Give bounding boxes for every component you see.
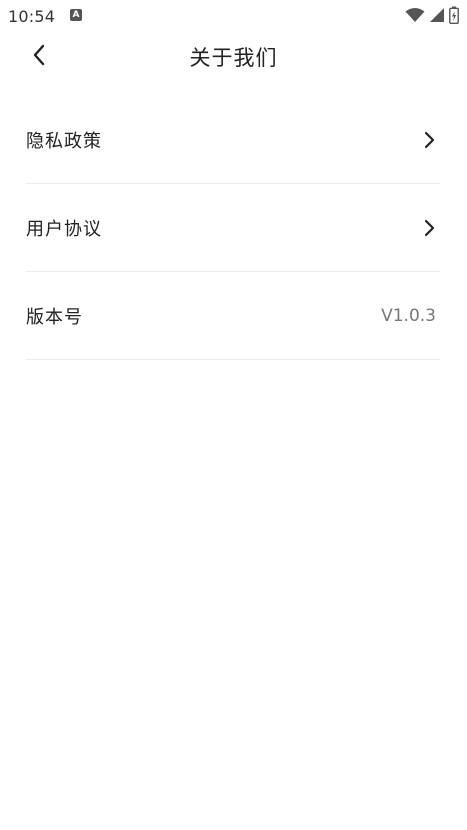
status-indicators — [405, 6, 459, 24]
status-bar: 10:54 A — [0, 0, 467, 32]
chevron-right-icon — [422, 219, 436, 237]
header-bar: 关于我们 — [0, 34, 467, 78]
list-item-user-agreement[interactable]: 用户协议 — [26, 184, 440, 272]
status-time: 10:54 — [8, 7, 56, 26]
list-item-label: 隐私政策 — [26, 130, 102, 152]
chevron-right-icon — [422, 131, 436, 149]
list-item-label: 版本号 — [26, 306, 83, 328]
list-item-privacy-policy[interactable]: 隐私政策 — [26, 96, 440, 184]
list-item-version: 版本号 V1.0.3 — [26, 272, 440, 360]
notification-a-icon: A — [70, 9, 82, 21]
battery-icon — [449, 6, 459, 24]
cellular-signal-icon — [429, 7, 445, 23]
list-item-label: 用户协议 — [26, 218, 102, 240]
page-title: 关于我们 — [189, 46, 278, 70]
wifi-icon — [405, 7, 425, 23]
version-value: V1.0.3 — [381, 305, 436, 326]
settings-list: 隐私政策 用户协议 版本号 V1.0.3 — [26, 96, 440, 360]
